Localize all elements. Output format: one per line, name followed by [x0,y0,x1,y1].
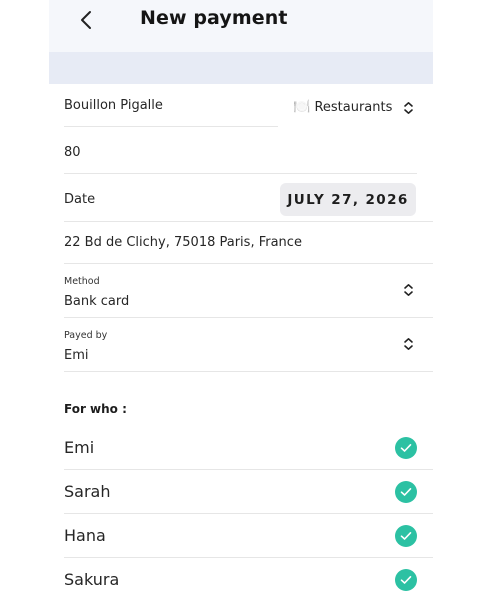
amount-input[interactable]: 80 [64,145,81,160]
payed-by-updown[interactable] [402,336,414,352]
method-value: Bank card [64,294,130,309]
back-button[interactable] [75,8,97,32]
chevron-updown-icon [403,102,413,114]
payed-by-value: Emi [64,348,89,363]
person-row-hana[interactable]: Hana [64,514,433,558]
date-picker-button[interactable]: JULY 27, 2026 [280,183,416,216]
chevron-left-icon [81,11,91,29]
chevron-updown-icon [403,338,413,350]
check-circle-icon[interactable] [395,569,417,591]
address-divider [64,263,433,264]
date-divider [64,221,433,222]
name-divider [64,126,278,127]
amount-divider [64,173,417,174]
person-row-sarah[interactable]: Sarah [64,470,433,514]
person-name: Emi [64,438,95,457]
person-row-sakura[interactable]: Sakura [64,558,433,602]
person-name: Sarah [64,482,111,501]
person-name: Hana [64,526,106,545]
check-circle-icon[interactable] [395,525,417,547]
date-label: Date [64,192,96,207]
method-label: Method [64,276,100,287]
category-select[interactable]: 🍽️ Restaurants [293,99,392,115]
category-label: Restaurants [314,99,393,115]
payed-by-label: Payed by [64,330,108,341]
page-title: New payment [140,7,288,29]
person-name: Sakura [64,570,120,589]
address-input[interactable]: 22 Bd de Clichy, 75018 Paris, France [64,235,302,250]
chevron-updown-icon [403,284,413,296]
new-payment-screen: New payment Bouillon Pigalle 🍽️ Restaura… [49,0,433,600]
payment-name-input[interactable]: Bouillon Pigalle [64,98,163,113]
restaurant-icon: 🍽️ [293,99,311,115]
header-band [49,52,433,84]
method-updown[interactable] [402,282,414,298]
person-row-emi[interactable]: Emi [64,426,433,470]
header: New payment [49,0,433,52]
category-updown[interactable] [402,100,414,116]
method-divider [64,317,433,318]
for-who-title: For who : [64,402,127,416]
check-circle-icon[interactable] [395,437,417,459]
payed-by-divider [64,371,433,372]
check-circle-icon[interactable] [395,481,417,503]
